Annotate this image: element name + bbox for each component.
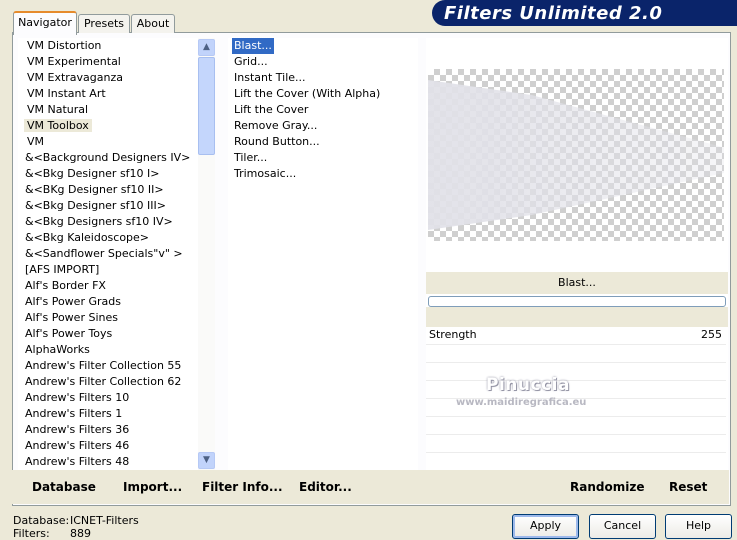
category-item-label: &<Sandflower Specials"v" > — [25, 247, 183, 260]
category-item[interactable]: [AFS IMPORT] — [22, 262, 102, 278]
category-item-label: Andrew's Filters 36 — [25, 423, 130, 436]
parameter-row-empty — [426, 363, 726, 381]
category-item[interactable]: VM Distortion — [24, 38, 104, 54]
category-item-label: VM Natural — [27, 103, 89, 116]
category-item-label: Andrew's Filters 1 — [25, 407, 123, 420]
watermark-name: Pinuccia — [486, 375, 570, 395]
filter-item[interactable]: Instant Tile... — [232, 70, 308, 86]
category-item-label: &<BKg Designer sf10 II> — [25, 183, 164, 196]
filter-item[interactable]: Lift the Cover — [232, 102, 310, 118]
category-item-label: [AFS IMPORT] — [25, 263, 100, 276]
category-item-label: Andrew's Filter Collection 55 — [25, 359, 182, 372]
category-item[interactable]: Alf's Power Grads — [22, 294, 124, 310]
category-item-label: &<Background Designers IV> — [25, 151, 191, 164]
category-item[interactable]: Alf's Border FX — [22, 278, 109, 294]
filter-item[interactable]: Remove Gray... — [232, 118, 319, 134]
category-item[interactable]: VM Natural — [24, 102, 91, 118]
filter-list[interactable]: Blast... Grid... Instant Tile... Lift the C… — [228, 37, 418, 470]
category-item-label: &<Bkg Designer sf10 I> — [25, 167, 160, 180]
category-item[interactable]: &<Bkg Designers sf10 IV> — [22, 214, 176, 230]
filter-item[interactable]: Tiler... — [232, 150, 269, 166]
category-item-label: Alf's Power Grads — [25, 295, 121, 308]
category-item[interactable]: VM Experimental — [24, 54, 124, 70]
category-item-label: VM Experimental — [27, 55, 121, 68]
cancel-button[interactable]: Cancel — [589, 514, 656, 539]
filter-item[interactable]: Lift the Cover (With Alpha) — [232, 86, 382, 102]
randomize-button[interactable]: Randomize — [570, 480, 644, 494]
category-item[interactable]: Alf's Power Toys — [22, 326, 115, 342]
tab-about[interactable]: About — [131, 14, 175, 33]
category-item-label: VM Distortion — [27, 39, 102, 52]
category-item-label: AlphaWorks — [25, 343, 90, 356]
category-item[interactable]: Andrew's Filter Collection 62 — [22, 374, 184, 390]
apply-button[interactable]: Apply — [512, 514, 579, 539]
filter-info-button[interactable]: Filter Info... — [202, 480, 283, 494]
editor-button[interactable]: Editor... — [299, 480, 352, 494]
category-item-label: &<Bkg Kaleidoscope> — [25, 231, 150, 244]
category-item-label: VM Toolbox — [24, 119, 92, 132]
parameter-row-empty — [426, 435, 726, 453]
database-status-value: ICNET-Filters — [70, 514, 139, 527]
scroll-thumb[interactable] — [198, 57, 215, 155]
category-item-label: Alf's Power Sines — [25, 311, 118, 324]
category-item-label: VM Instant Art — [27, 87, 106, 100]
category-item[interactable]: VM — [24, 134, 47, 150]
app-title: Filters Unlimited 2.0 — [444, 3, 663, 24]
category-item[interactable]: &<Sandflower Specials"v" > — [22, 246, 186, 262]
parameter-value: 255 — [701, 328, 722, 341]
database-status-label: Database: — [13, 514, 70, 527]
filters-status-label: Filters: — [13, 527, 50, 540]
filter-item[interactable]: Grid... — [232, 54, 270, 70]
reset-button[interactable]: Reset — [669, 480, 707, 494]
category-item[interactable]: Andrew's Filter Collection 55 — [22, 358, 184, 374]
database-button[interactable]: Database — [32, 480, 96, 494]
scroll-down-button[interactable]: ▼ — [198, 452, 215, 469]
filters-status-value: 889 — [70, 527, 91, 540]
category-item-label: Andrew's Filters 10 — [25, 391, 130, 404]
category-item-label: Alf's Power Toys — [25, 327, 113, 340]
category-item[interactable]: Andrew's Filters 36 — [22, 422, 132, 438]
tab-navigator[interactable]: Navigator — [13, 11, 77, 35]
category-item[interactable]: &<Bkg Designer sf10 III> — [22, 198, 169, 214]
category-item[interactable]: Andrew's Filters 48 — [22, 454, 132, 470]
parameter-label: Strength — [429, 328, 477, 341]
category-item[interactable]: &<Background Designers IV> — [22, 150, 193, 166]
category-item-label: Alf's Border FX — [25, 279, 106, 292]
category-item[interactable]: VM Toolbox — [24, 118, 92, 134]
tab-presets[interactable]: Presets — [78, 14, 130, 33]
category-item[interactable]: Andrew's Filters 46 — [22, 438, 132, 454]
category-item-label: Andrew's Filters 48 — [25, 455, 130, 468]
category-item-label: VM — [27, 135, 45, 148]
parameter-header-gap — [426, 307, 728, 327]
category-list[interactable]: VM Distortion VM Experimental VM Extravaga… — [18, 38, 198, 470]
progress-bar — [428, 296, 726, 307]
help-button[interactable]: Help — [665, 514, 732, 539]
parameter-row-empty — [426, 417, 726, 435]
category-item[interactable]: Alf's Power Sines — [22, 310, 121, 326]
category-item[interactable]: AlphaWorks — [22, 342, 93, 358]
category-item[interactable]: &<Bkg Kaleidoscope> — [22, 230, 152, 246]
category-item-label: Andrew's Filters 46 — [25, 439, 130, 452]
import-button[interactable]: Import... — [123, 480, 182, 494]
scroll-up-button[interactable]: ▲ — [198, 39, 215, 56]
category-item[interactable]: Andrew's Filters 10 — [22, 390, 132, 406]
category-item-label: VM Extravaganza — [27, 71, 124, 84]
category-item[interactable]: Andrew's Filters 1 — [22, 406, 125, 422]
category-item[interactable]: VM Extravaganza — [24, 70, 126, 86]
category-item[interactable]: VM Instant Art — [24, 86, 109, 102]
category-item-label: &<Bkg Designers sf10 IV> — [25, 215, 173, 228]
parameter-row-empty — [426, 345, 726, 363]
parameter-row-empty — [426, 453, 726, 471]
filter-item[interactable]: Blast... — [231, 37, 275, 55]
category-item-label: Andrew's Filter Collection 62 — [25, 375, 182, 388]
filter-item[interactable]: Trimosaic... — [232, 166, 298, 182]
category-item-label: &<Bkg Designer sf10 III> — [25, 199, 167, 212]
watermark-url: www.maidiregrafica.eu — [456, 397, 587, 408]
category-item[interactable]: &<Bkg Designer sf10 I> — [22, 166, 163, 182]
category-item[interactable]: &<BKg Designer sf10 II> — [22, 182, 167, 198]
parameter-row-strength[interactable]: Strength 255 — [426, 327, 726, 345]
current-filter-name: Blast... — [426, 272, 728, 294]
category-scrollbar[interactable]: ▲ ▼ — [198, 38, 215, 470]
filter-item[interactable]: Round Button... — [232, 134, 322, 150]
